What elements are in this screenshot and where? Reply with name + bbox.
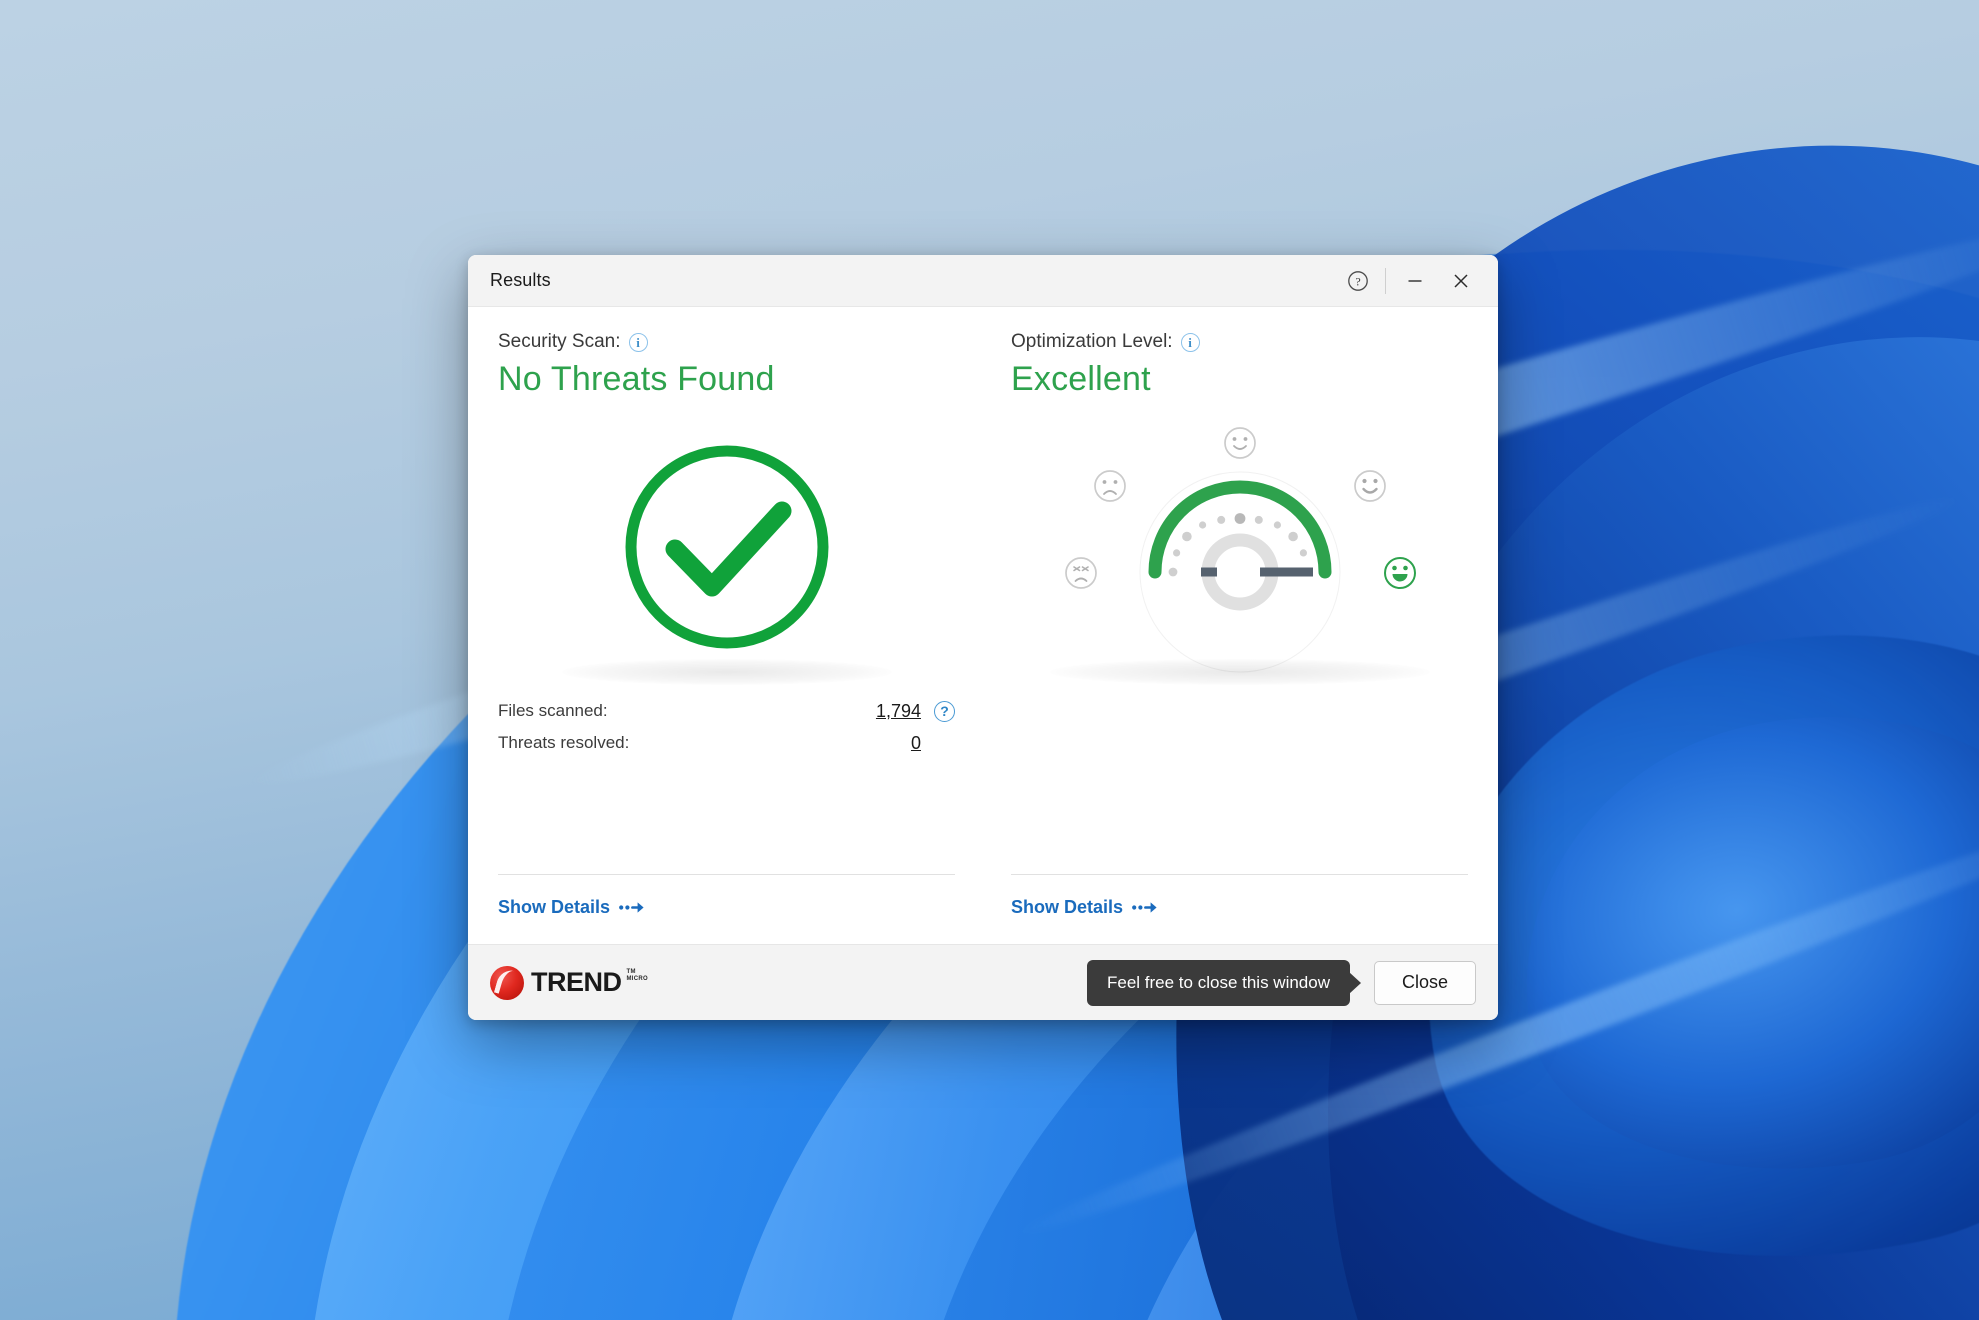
- close-window-tooltip: Feel free to close this window: [1087, 959, 1350, 1006]
- dotted-arrow-icon: [1132, 902, 1157, 913]
- optimization-label-row: Optimization Level: i: [1011, 331, 1468, 353]
- window-title: Results: [490, 270, 551, 290]
- neutral-smile-face-icon: [1223, 427, 1256, 459]
- angry-face-icon: [1064, 557, 1097, 589]
- threats-resolved-value[interactable]: 0: [911, 733, 921, 754]
- title-bar: Results ?: [468, 255, 1498, 307]
- security-scan-panel: Security Scan: i No Threats Found Files …: [498, 331, 981, 944]
- grin-face-icon: [1383, 557, 1416, 589]
- trend-micro-mark-icon: [490, 965, 524, 1000]
- titlebar-separator: [1385, 267, 1386, 294]
- security-show-details-link[interactable]: Show Details: [498, 897, 645, 918]
- security-scan-graphic: [498, 399, 955, 691]
- stat-row: Threats resolved: 0: [498, 729, 955, 757]
- info-icon[interactable]: i: [628, 332, 648, 352]
- security-scan-label: Security Scan:: [498, 331, 621, 352]
- close-icon[interactable]: [1438, 261, 1484, 301]
- trend-micro-sub-line-1: MICRO: [626, 975, 648, 982]
- show-details-label: Show Details: [498, 897, 611, 917]
- help-circle-icon[interactable]: ?: [1335, 261, 1381, 301]
- security-scan-label-row: Security Scan: i: [498, 331, 955, 353]
- dialog-body: Security Scan: i No Threats Found Files …: [468, 307, 1498, 944]
- optimization-level-label: Optimization Level:: [1011, 331, 1173, 352]
- green-check-circle-icon: [625, 445, 828, 649]
- optimization-panel-footer: Show Details: [1011, 874, 1468, 944]
- stat-row: Files scanned: 1,794 ?: [498, 697, 955, 725]
- stat-label: Threats resolved:: [498, 733, 630, 752]
- security-scan-status: No Threats Found: [498, 360, 775, 398]
- results-dialog: Results ? Security Scan: i No Threats Fo…: [468, 255, 1498, 1020]
- security-panel-footer: Show Details: [498, 874, 955, 944]
- stat-label: Files scanned:: [498, 701, 608, 720]
- trend-micro-logo: TREND TM MICRO: [490, 965, 648, 1000]
- files-scanned-value[interactable]: 1,794: [876, 701, 921, 722]
- desktop-background: Results ? Security Scan: i No Threats Fo…: [0, 0, 1979, 1320]
- security-stats-list: Files scanned: 1,794 ? Threats resolved:…: [498, 697, 955, 757]
- panel-divider: [1011, 874, 1468, 875]
- svg-text:?: ?: [1355, 274, 1360, 288]
- stat-help-wrap: ?: [921, 700, 955, 722]
- optimization-level-status: Excellent: [1011, 360, 1151, 398]
- graphic-ground-shadow: [1049, 659, 1430, 685]
- dotted-arrow-icon: [619, 902, 644, 913]
- optimization-show-details-link[interactable]: Show Details: [1011, 897, 1158, 918]
- sad-face-icon: [1093, 470, 1126, 502]
- speedometer-gauge-icon: [1064, 427, 1416, 673]
- minimize-icon[interactable]: [1392, 261, 1438, 301]
- trend-micro-sub-line-2: TM: [626, 968, 636, 975]
- trend-micro-wordmark: TREND: [531, 967, 622, 997]
- dialog-footer: TREND TM MICRO Feel free to close this w…: [468, 944, 1498, 1020]
- smile-face-icon: [1353, 470, 1386, 502]
- panel-divider: [498, 874, 955, 875]
- wallpaper-swirl-2: [1485, 674, 1979, 1216]
- optimization-graphic: [1011, 399, 1468, 691]
- optimization-level-panel: Optimization Level: i Excellent Show Det…: [981, 331, 1468, 944]
- close-button[interactable]: Close: [1374, 960, 1476, 1005]
- show-details-label: Show Details: [1011, 897, 1124, 917]
- graphic-ground-shadow: [561, 659, 892, 685]
- info-icon[interactable]: i: [1180, 332, 1200, 352]
- help-circle-icon[interactable]: ?: [934, 700, 955, 722]
